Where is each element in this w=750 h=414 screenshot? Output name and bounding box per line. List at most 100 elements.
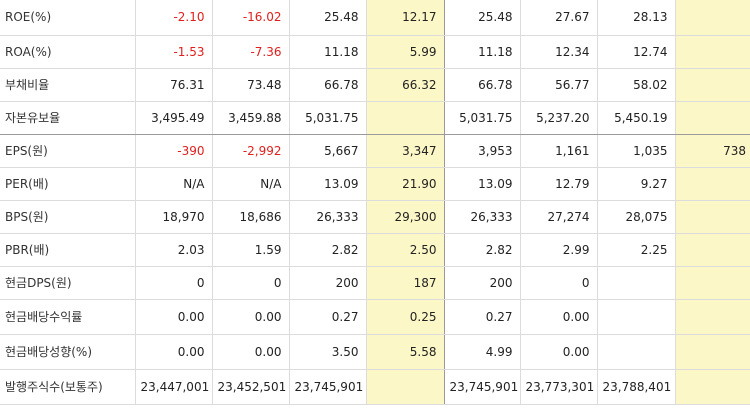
table-row: 부채비율 76.31 73.48 66.78 66.32 66.78 56.77 58.02 xyxy=(0,68,750,102)
table-cell: 3.50 xyxy=(289,334,367,370)
table-cell: 0 xyxy=(520,266,598,300)
table-cell: 0.00 xyxy=(520,334,598,370)
table-cell: 66.78 xyxy=(444,68,521,102)
table-cell: 200 xyxy=(444,266,521,300)
table-cell: 0.00 xyxy=(135,334,213,370)
table-cell: 187 xyxy=(366,266,445,300)
table-cell xyxy=(675,369,750,405)
table-cell xyxy=(675,299,750,335)
row-label: EPS(원) xyxy=(0,134,136,168)
table-cell: 18,970 xyxy=(135,200,213,234)
table-cell: 5,667 xyxy=(289,134,367,168)
table-row: PBR(배) 2.03 1.59 2.82 2.50 2.82 2.99 2.25 xyxy=(0,233,750,267)
table-cell: 2.03 xyxy=(135,233,213,267)
table-cell: 3,495.49 xyxy=(135,101,213,135)
table-cell: 13.09 xyxy=(289,167,367,201)
table-cell: 66.78 xyxy=(289,68,367,102)
table-cell xyxy=(675,233,750,267)
table-cell: 0.00 xyxy=(212,299,290,335)
table-cell: 2.99 xyxy=(520,233,598,267)
ratio-grid-body: ROE(%) -2.10 -16.02 25.48 12.17 25.48 27.67 28.… xyxy=(0,0,750,405)
row-label: PER(배) xyxy=(0,167,136,201)
table-cell xyxy=(675,200,750,234)
table-cell: 23,773,301 xyxy=(520,369,598,405)
table-cell: 28,075 xyxy=(597,200,676,234)
table-cell: 11.18 xyxy=(289,35,367,69)
table-cell xyxy=(675,0,750,36)
table-cell: 25.48 xyxy=(289,0,367,36)
table-cell: -2.10 xyxy=(135,0,213,36)
table-cell: 12.74 xyxy=(597,35,676,69)
row-label: 현금배당성향(%) xyxy=(0,334,136,370)
table-cell xyxy=(597,266,676,300)
table-cell xyxy=(675,35,750,69)
table-row: 발행주식수(보통주) 23,447,001 23,452,501 23,745,901… xyxy=(0,369,750,405)
table-cell: 1.59 xyxy=(212,233,290,267)
table-cell: 4.99 xyxy=(444,334,521,370)
table-row: 현금배당수익률 0.00 0.00 0.27 0.25 0.27 0.00 xyxy=(0,299,750,335)
table-cell xyxy=(675,266,750,300)
row-label: 발행주식수(보통주) xyxy=(0,369,136,405)
table-cell: 0.27 xyxy=(444,299,521,335)
table-cell: 9.27 xyxy=(597,167,676,201)
table-cell xyxy=(597,334,676,370)
table-cell: 23,447,001 xyxy=(135,369,213,405)
table-cell: -16.02 xyxy=(212,0,290,36)
table-cell xyxy=(675,68,750,102)
table-cell: 0 xyxy=(135,266,213,300)
table-cell: 3,953 xyxy=(444,134,521,168)
row-label: PBR(배) xyxy=(0,233,136,267)
table-cell: 738 xyxy=(675,134,750,168)
table-cell: 0.00 xyxy=(212,334,290,370)
table-cell: 23,745,901 xyxy=(289,369,367,405)
table-cell: 21.90 xyxy=(366,167,445,201)
table-cell: 5,450.19 xyxy=(597,101,676,135)
table-cell: N/A xyxy=(135,167,213,201)
table-cell: 27,274 xyxy=(520,200,598,234)
table-cell: -1.53 xyxy=(135,35,213,69)
table-cell: 13.09 xyxy=(444,167,521,201)
table-cell: 0.25 xyxy=(366,299,445,335)
table-cell: N/A xyxy=(212,167,290,201)
table-row: PER(배) N/A N/A 13.09 21.90 13.09 12.79 9.27 xyxy=(0,167,750,201)
table-cell: 12.17 xyxy=(366,0,445,36)
table-cell xyxy=(675,101,750,135)
table-cell xyxy=(675,167,750,201)
row-label: 부채비율 xyxy=(0,68,136,102)
row-label: 현금DPS(원) xyxy=(0,266,136,300)
table-cell: 3,347 xyxy=(366,134,445,168)
table-cell: 28.13 xyxy=(597,0,676,36)
table-cell: 2.82 xyxy=(444,233,521,267)
table-cell: 3,459.88 xyxy=(212,101,290,135)
table-row: 현금DPS(원) 0 0 200 187 200 0 xyxy=(0,266,750,300)
financial-ratio-table: ROE(%) -2.10 -16.02 25.48 12.17 25.48 27.67 28.… xyxy=(0,0,750,414)
table-row: ROE(%) -2.10 -16.02 25.48 12.17 25.48 27.67 28.… xyxy=(0,0,750,36)
table-cell xyxy=(597,299,676,335)
row-label: ROA(%) xyxy=(0,35,136,69)
table-cell: 26,333 xyxy=(289,200,367,234)
table-cell: 200 xyxy=(289,266,367,300)
table-cell: 0 xyxy=(212,266,290,300)
row-label: 현금배당수익률 xyxy=(0,299,136,335)
table-cell: 12.79 xyxy=(520,167,598,201)
table-cell: 0.27 xyxy=(289,299,367,335)
table-cell: 1,161 xyxy=(520,134,598,168)
table-cell xyxy=(366,369,445,405)
table-cell: 66.32 xyxy=(366,68,445,102)
table-cell xyxy=(675,334,750,370)
table-cell: 76.31 xyxy=(135,68,213,102)
table-cell: 25.48 xyxy=(444,0,521,36)
table-row: 자본유보율 3,495.49 3,459.88 5,031.75 5,031.75 5,2… xyxy=(0,101,750,135)
table-cell: 56.77 xyxy=(520,68,598,102)
table-cell xyxy=(366,101,445,135)
table-cell: -390 xyxy=(135,134,213,168)
table-cell: 73.48 xyxy=(212,68,290,102)
table-cell: 2.25 xyxy=(597,233,676,267)
table-cell: -7.36 xyxy=(212,35,290,69)
table-row: 현금배당성향(%) 0.00 0.00 3.50 5.58 4.99 0.00 xyxy=(0,334,750,370)
table-cell: 5.99 xyxy=(366,35,445,69)
table-row: ROA(%) -1.53 -7.36 11.18 5.99 11.18 12.34 12.74 xyxy=(0,35,750,69)
table-cell: 5.58 xyxy=(366,334,445,370)
row-label: ROE(%) xyxy=(0,0,136,36)
table-cell: 5,031.75 xyxy=(289,101,367,135)
